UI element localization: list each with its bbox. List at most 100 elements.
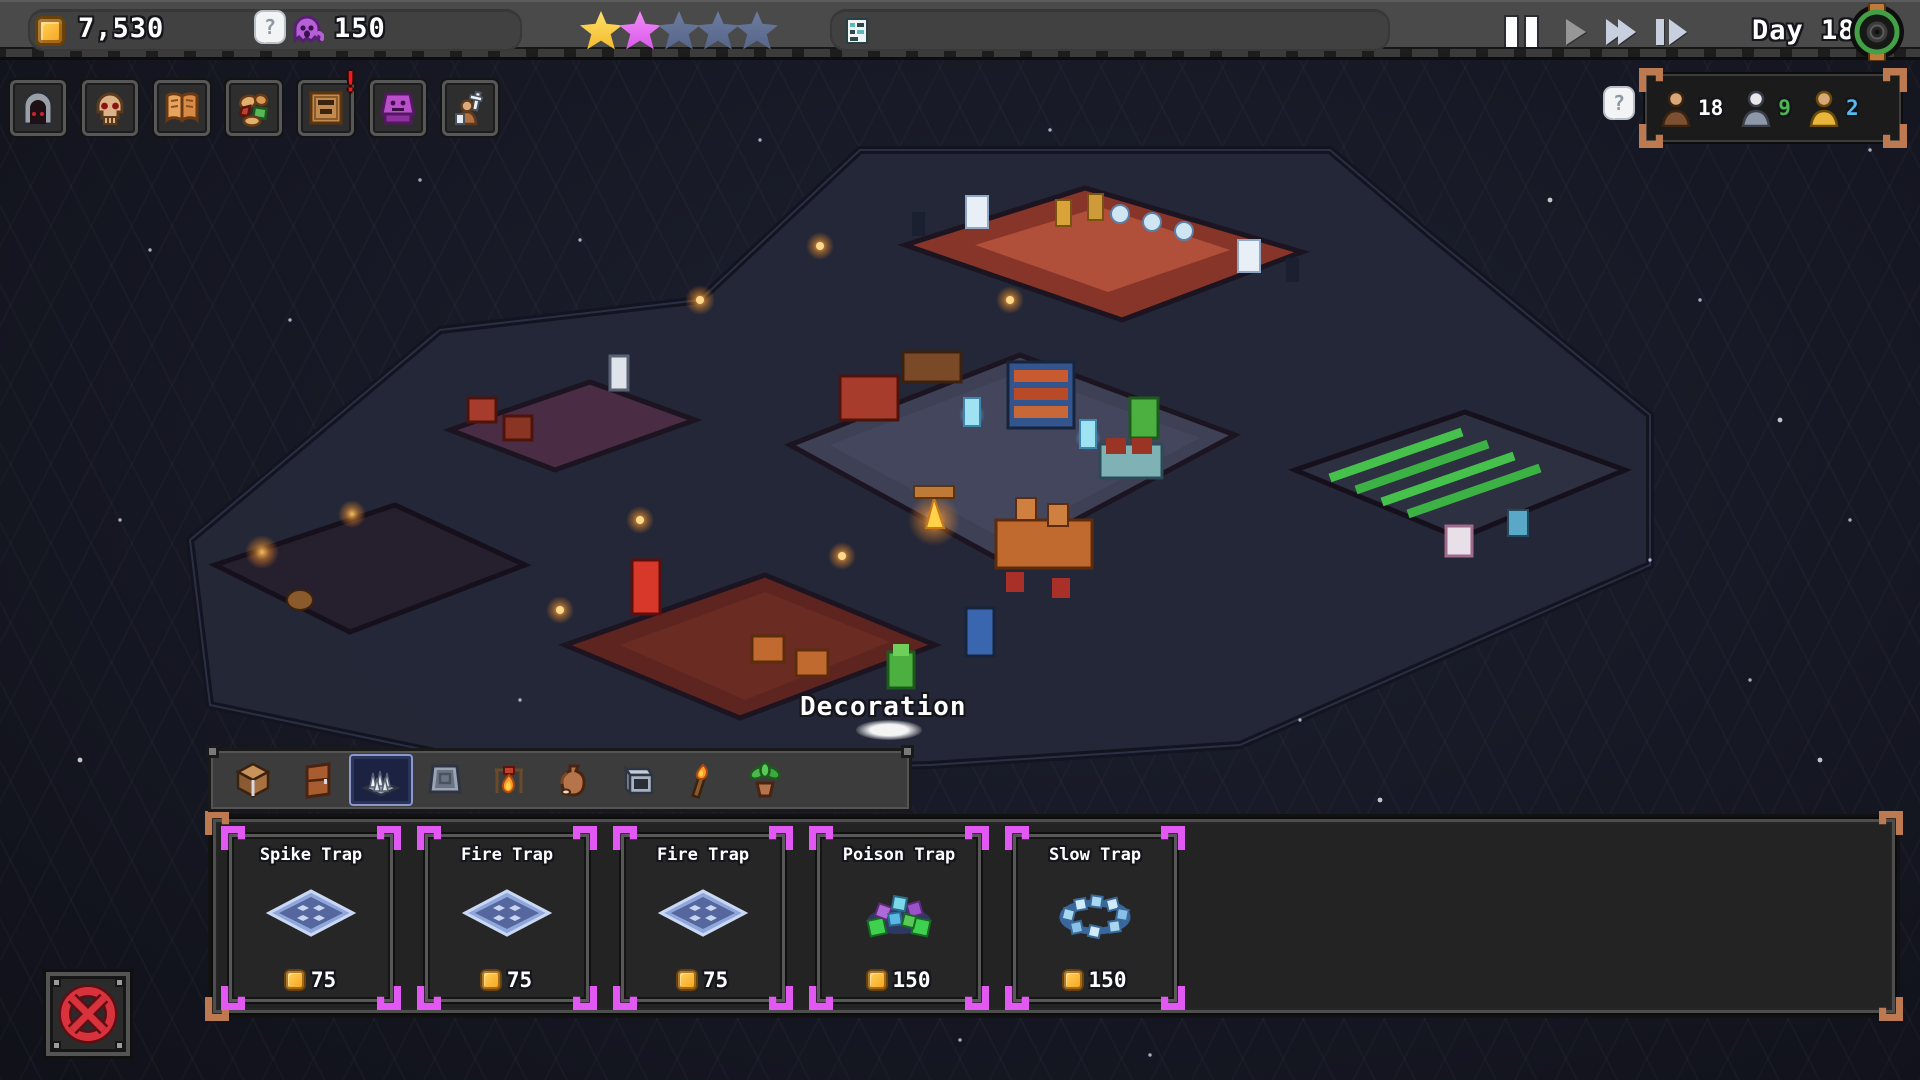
toolbar-button-altar[interactable] xyxy=(370,80,426,136)
dungeon-rating xyxy=(580,11,778,51)
toolbar-button-book[interactable] xyxy=(154,80,210,136)
hero-count: 2 xyxy=(1845,96,1859,120)
gold-coin-icon xyxy=(285,971,304,989)
poison-crystals-icon xyxy=(866,894,932,938)
forge-icon xyxy=(623,764,655,797)
quest-list-icon xyxy=(846,18,868,44)
tab-crate[interactable] xyxy=(221,754,285,806)
pressure-plate-icon xyxy=(428,764,462,794)
top-bar: 7,530 ? 150 Day 18 xyxy=(0,0,1920,61)
card-cost: 75 xyxy=(702,968,729,992)
corner-rivet xyxy=(115,1041,124,1050)
build-card-spike-trap[interactable]: Spike Trap 75 xyxy=(221,826,395,1004)
card-title: Spike Trap xyxy=(259,845,363,865)
trap-plate-icon xyxy=(461,889,553,937)
book-icon xyxy=(165,92,199,124)
tab-pressure-plate[interactable] xyxy=(413,754,477,806)
campfire-icon xyxy=(495,766,523,794)
corner-bracket xyxy=(1639,124,1663,148)
toolbar-button-supplies[interactable] xyxy=(226,80,282,136)
tab-campfire[interactable] xyxy=(477,754,541,806)
card-cost: 150 xyxy=(892,968,931,992)
main-toolbar: ! xyxy=(10,65,514,136)
corner-bracket xyxy=(1879,811,1903,835)
population-entry-elders[interactable]: 9 xyxy=(1741,89,1791,127)
pause-button[interactable] xyxy=(1506,17,1538,47)
elder-count: 9 xyxy=(1778,96,1791,120)
tab-door[interactable] xyxy=(285,754,349,806)
toolbar-button-notice-sign[interactable]: ! xyxy=(298,65,359,136)
build-category-tabbar xyxy=(206,745,914,812)
gold-coin-icon xyxy=(38,19,62,43)
card-cost: 150 xyxy=(1088,968,1127,992)
tab-jug[interactable] xyxy=(541,754,605,806)
notice-sign-icon xyxy=(309,91,343,125)
cancel-x-icon xyxy=(58,984,118,1044)
corner-rivet xyxy=(206,745,219,758)
card-cost: 75 xyxy=(506,968,533,992)
corner-bracket xyxy=(1883,68,1907,92)
build-card-fire-trap-1[interactable]: Fire Trap 75 xyxy=(417,826,591,1004)
tab-torch[interactable] xyxy=(669,754,733,806)
card-title: Fire Trap xyxy=(656,845,750,865)
hero-figure-icon xyxy=(1809,90,1839,127)
corner-rivet xyxy=(115,978,124,987)
day-counter: Day 18 xyxy=(1752,15,1856,46)
corner-bracket xyxy=(1879,997,1903,1021)
question-bubble-icon: ? xyxy=(256,12,284,43)
star-icon xyxy=(697,11,739,50)
elder-figure-icon xyxy=(1741,90,1771,127)
corner-bracket xyxy=(1639,68,1663,92)
card-title: Slow Trap xyxy=(1048,845,1142,865)
corner-bracket xyxy=(1883,124,1907,148)
star-icon xyxy=(658,11,700,50)
population-question-bubble[interactable]: ? xyxy=(1605,88,1633,119)
population-entry-heroes[interactable]: 2 xyxy=(1809,89,1859,127)
population-entry-workers[interactable]: 18 xyxy=(1661,89,1723,127)
worker-count: 18 xyxy=(1698,96,1724,120)
build-card-slow-trap[interactable]: Slow Trap 150 xyxy=(1005,826,1179,1004)
skull-icon xyxy=(96,92,124,125)
corner-rivet xyxy=(901,745,914,758)
corner-rivet xyxy=(52,978,61,987)
plant-icon xyxy=(749,761,781,798)
altar-icon xyxy=(380,92,416,125)
star-icon xyxy=(736,11,778,50)
portal-emblem-icon[interactable] xyxy=(1848,3,1906,61)
quest-tracker-bar[interactable] xyxy=(830,9,1390,51)
card-title: Fire Trap xyxy=(460,845,554,865)
toolbar-button-skull[interactable] xyxy=(82,80,138,136)
cursor-ghost-blob xyxy=(856,720,922,740)
step-forward-button[interactable] xyxy=(1656,19,1687,45)
gold-coin-icon xyxy=(677,971,696,989)
dungeon-gate-icon xyxy=(22,90,54,126)
toolbar-button-dungeon-gate[interactable] xyxy=(10,80,66,136)
gold-coin-icon xyxy=(867,971,886,989)
population-panel: 18 9 2 xyxy=(1639,68,1901,142)
torch-icon xyxy=(691,763,708,799)
cancel-build-button[interactable] xyxy=(46,972,130,1056)
ice-crystal-ring-icon xyxy=(1059,894,1131,940)
play-button[interactable] xyxy=(1566,19,1586,45)
star-icon xyxy=(580,11,622,50)
fast-forward-button[interactable] xyxy=(1606,19,1636,45)
build-card-poison-trap[interactable]: Poison Trap 150 xyxy=(809,826,983,1004)
worker-figure-icon xyxy=(1661,90,1691,127)
toolbar-button-hero-statue[interactable] xyxy=(442,80,498,136)
gold-coin-icon xyxy=(481,971,500,989)
hero-statue-icon xyxy=(455,90,484,126)
notification-badge: ! xyxy=(342,65,359,98)
door-icon xyxy=(305,762,331,799)
card-title: Poison Trap xyxy=(842,845,956,865)
build-card-fire-trap-2[interactable]: Fire Trap 75 xyxy=(613,826,787,1004)
tab-plant[interactable] xyxy=(733,754,797,806)
crate-icon xyxy=(235,762,271,799)
star-icon xyxy=(619,11,661,50)
tab-forge[interactable] xyxy=(605,754,669,806)
trap-plate-icon xyxy=(265,889,357,937)
souls-amount: 150 xyxy=(334,13,386,44)
gold-coin-icon xyxy=(1063,971,1082,989)
jug-icon xyxy=(560,764,586,797)
trap-plate-icon xyxy=(657,889,749,937)
tab-spike-trap[interactable] xyxy=(349,754,413,806)
